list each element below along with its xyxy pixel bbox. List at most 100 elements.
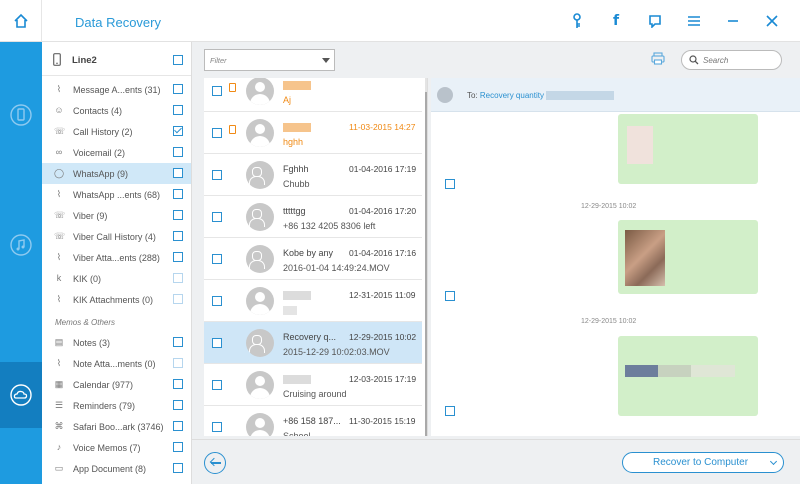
back-arrow-icon[interactable] — [204, 452, 226, 474]
message-checkbox[interactable] — [445, 406, 455, 416]
device-checkbox[interactable] — [173, 55, 183, 65]
row-checkbox[interactable] — [212, 170, 222, 180]
sidebar-item[interactable]: k KIK (0) — [42, 268, 191, 289]
category-checkbox[interactable] — [173, 231, 183, 241]
sidebar-item[interactable]: ∞ Voicemail (2) — [42, 142, 191, 163]
sidebar-item[interactable]: ▦ Calendar (977) — [42, 374, 191, 395]
conversation-header: To: Recovery quantity — [431, 78, 800, 112]
category-checkbox[interactable] — [173, 442, 183, 452]
message-row[interactable]: Kobe by any 2016-01-04 14:49:24.MOV 01-04-… — [204, 238, 422, 280]
sidebar-item[interactable]: ☏ Viber Call History (4) — [42, 226, 191, 247]
row-checkbox[interactable] — [212, 380, 222, 390]
row-checkbox[interactable] — [212, 296, 222, 306]
sidebar-item[interactable]: ☏ Viber (9) — [42, 205, 191, 226]
category-checkbox[interactable] — [173, 358, 183, 368]
message-row[interactable]: Fghhh Chubb 01-04-2016 17:19 — [204, 154, 422, 196]
message-date: 01-04-2016 17:16 — [349, 248, 417, 258]
contact-name: Fghhh — [283, 164, 309, 174]
row-checkbox[interactable] — [212, 254, 222, 264]
sidebar-item[interactable]: ⌇ Viber Atta...ents (288) — [42, 247, 191, 268]
sidebar-item[interactable]: ♪ Voice Memos (7) — [42, 437, 191, 458]
row-checkbox[interactable] — [212, 128, 222, 138]
category-checkbox[interactable] — [173, 400, 183, 410]
image-thumbnail[interactable] — [627, 126, 653, 164]
category-checkbox[interactable] — [173, 337, 183, 347]
sidebar-item[interactable]: ⌇ KIK Attachments (0) — [42, 289, 191, 310]
sidebar-item-label: Viber Atta...ents (288) — [73, 253, 160, 263]
deleted-icon — [229, 83, 236, 92]
message-row[interactable]: 12-31-2015 11:09 — [204, 280, 422, 322]
category-checkbox[interactable] — [173, 126, 183, 136]
category-checkbox[interactable] — [173, 463, 183, 473]
sidebar-item[interactable]: ▭ App Document (8) — [42, 458, 191, 479]
feedback-icon[interactable] — [645, 11, 665, 31]
message-row[interactable]: hghh 11-03-2015 14:27 — [204, 112, 422, 154]
category-checkbox[interactable] — [173, 421, 183, 431]
category-checkbox[interactable] — [173, 168, 183, 178]
message-checkbox[interactable] — [445, 179, 455, 189]
menu-icon[interactable] — [684, 11, 704, 31]
contact-avatar — [246, 78, 274, 105]
sidebar-item[interactable]: ⌇ WhatsApp ...ents (68) — [42, 184, 191, 205]
message-row[interactable]: Cruising around 12-03-2015 17:19 — [204, 364, 422, 406]
recover-to-computer-button[interactable]: Recover to Computer — [622, 452, 784, 473]
calendar-icon: ▦ — [54, 379, 64, 389]
row-checkbox[interactable] — [212, 86, 222, 96]
category-checkbox[interactable] — [173, 84, 183, 94]
message-row[interactable]: tttttgg +86 132 4205 8306 left 01-04-2016 … — [204, 196, 422, 238]
filter-dropdown[interactable]: Filter — [204, 49, 335, 71]
sidebar-item[interactable]: ☏ Call History (2) — [42, 121, 191, 142]
sidebar-item[interactable]: ⌘ Safari Boo...ark (3746) — [42, 416, 191, 437]
chevron-down-icon — [322, 58, 330, 63]
scrollbar-thumb[interactable] — [425, 92, 427, 436]
chevron-down-icon[interactable] — [769, 457, 778, 466]
whatsapp-icon: ◯ — [54, 168, 65, 178]
message-row[interactable]: +86 158 187... School 11-30-2015 15:19 — [204, 406, 422, 436]
row-checkbox[interactable] — [212, 422, 222, 432]
sidebar-item-label: Call History (2) — [73, 127, 133, 137]
key-icon[interactable] — [567, 11, 587, 31]
itunes-recovery-icon[interactable] — [6, 230, 36, 260]
row-checkbox[interactable] — [212, 338, 222, 348]
image-thumbnail[interactable] — [625, 230, 665, 286]
category-checkbox[interactable] — [173, 210, 183, 220]
contact-name: +86 158 187... — [283, 416, 341, 426]
facebook-icon[interactable]: f — [606, 11, 626, 31]
message-row[interactable]: Aj — [204, 78, 422, 112]
message-row[interactable]: Recovery q... 2015-12-29 10:02:03.MOV 12-2… — [204, 322, 422, 364]
category-checkbox[interactable] — [173, 252, 183, 262]
category-checkbox[interactable] — [173, 379, 183, 389]
sidebar-item-label: App Document (8) — [73, 464, 147, 474]
category-checkbox[interactable] — [173, 273, 183, 283]
sidebar-item[interactable]: ⌇ Note Atta...ments (0) — [42, 353, 191, 374]
sidebar-item[interactable]: ⌇ Message A...ents (31) — [42, 79, 191, 100]
print-icon[interactable] — [651, 52, 665, 65]
main-panel: Filter Search Aj hghh 11-03-2015 14:27 Fghh… — [192, 42, 800, 484]
sidebar-item[interactable]: ☺ Contacts (4) — [42, 100, 191, 121]
category-checkbox[interactable] — [173, 105, 183, 115]
home-button[interactable] — [0, 0, 42, 42]
message-date: 01-04-2016 17:19 — [349, 164, 417, 174]
recipient: To: Recovery quantity — [467, 91, 614, 101]
sidebar-item[interactable]: ☰ Reminders (79) — [42, 395, 191, 416]
device-recovery-icon[interactable] — [6, 100, 36, 130]
notes-icon: ▤ — [54, 337, 64, 347]
search-input[interactable]: Search — [681, 50, 782, 70]
category-checkbox[interactable] — [173, 147, 183, 157]
close-icon[interactable] — [762, 11, 782, 31]
category-checkbox[interactable] — [173, 294, 183, 304]
redacted-name — [283, 80, 311, 91]
sidebar-item[interactable]: ▤ Notes (3) — [42, 332, 191, 353]
message-date: 12-29-2015 10:02 — [349, 332, 417, 342]
list-scrollbar[interactable] — [425, 78, 427, 436]
sidebar-item[interactable]: ◯ WhatsApp (9) — [42, 163, 191, 184]
sidebar-item-label: Safari Boo...ark (3746) — [73, 422, 164, 432]
row-checkbox[interactable] — [212, 212, 222, 222]
icloud-recovery-tab[interactable] — [0, 362, 42, 428]
message-checkbox[interactable] — [445, 291, 455, 301]
paperclip-icon: ⌇ — [56, 189, 62, 199]
search-icon — [689, 55, 699, 65]
app-title: Data Recovery — [75, 15, 161, 30]
category-checkbox[interactable] — [173, 189, 183, 199]
minimize-icon[interactable] — [723, 11, 743, 31]
